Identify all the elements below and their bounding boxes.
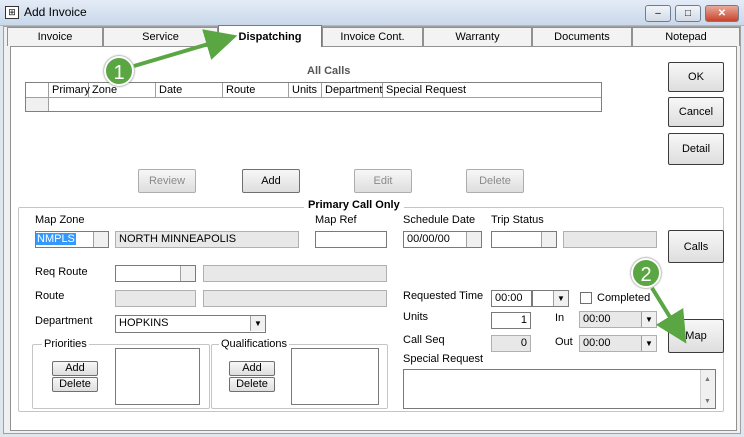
callout-arrow-2 (650, 286, 687, 344)
callout-badge-1: 1 (104, 56, 134, 86)
callout-arrow-1 (133, 29, 238, 68)
callout-badge-2: 2 (631, 258, 661, 288)
